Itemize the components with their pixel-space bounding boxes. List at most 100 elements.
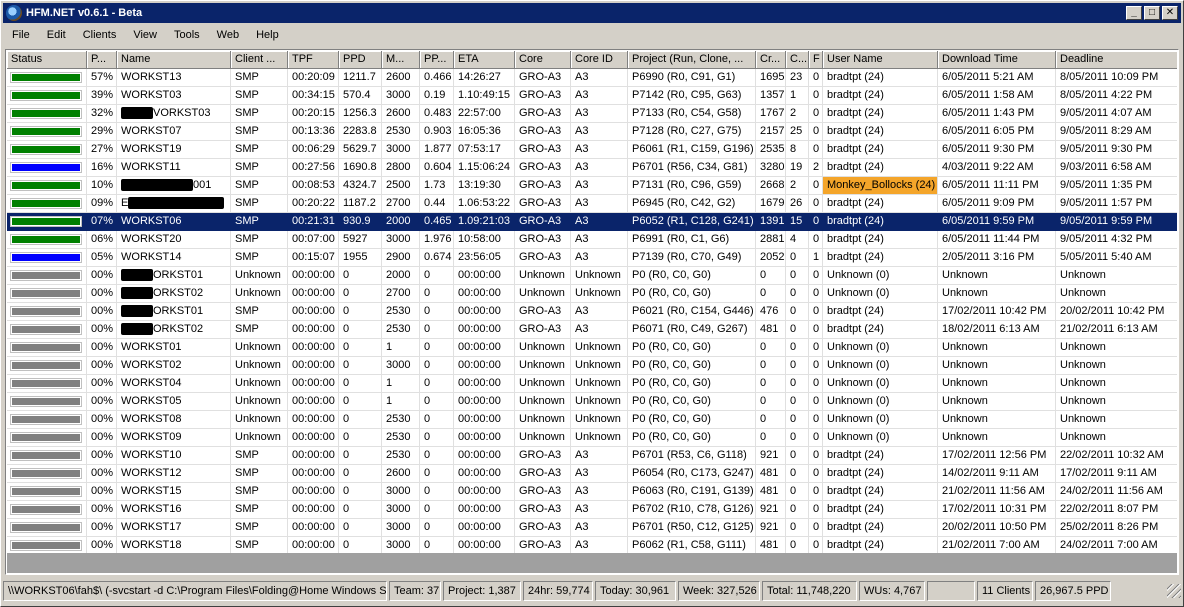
- column-header-credit[interactable]: Cr...: [756, 51, 786, 69]
- column-header-eta[interactable]: ETA: [454, 51, 515, 69]
- client-name-cell: WORKST09: [117, 429, 231, 447]
- close-button[interactable]: ✕: [1162, 6, 1178, 20]
- minimize-button[interactable]: _: [1126, 6, 1142, 20]
- core-id-cell: A3: [571, 483, 628, 501]
- progress-cell: 32%: [87, 105, 117, 123]
- eta-cell: 16:05:36: [454, 123, 515, 141]
- column-header-tpf[interactable]: TPF: [288, 51, 339, 69]
- table-row[interactable]: 00% WORKST16 SMP 00:00:00 0 3000 0 00:00:00 GRO-…: [7, 501, 1177, 519]
- column-header-download-time[interactable]: Download Time: [938, 51, 1056, 69]
- resize-grip-icon[interactable]: [1167, 584, 1181, 598]
- redaction-mark: [121, 269, 153, 282]
- column-header-failed[interactable]: F: [809, 51, 823, 69]
- user-name-cell: Unknown (0): [823, 375, 938, 393]
- column-header-completed[interactable]: C...: [786, 51, 809, 69]
- column-header-project[interactable]: Project (Run, Clone, ...: [628, 51, 756, 69]
- clients-grid[interactable]: Status P... Name Client ... TPF PPD M... PP... E…: [5, 49, 1179, 575]
- download-time-cell: 6/05/2011 9:59 PM: [938, 213, 1056, 231]
- table-row[interactable]: 00% WORKST12 SMP 00:00:00 0 2600 0 00:00:00 GRO-…: [7, 465, 1177, 483]
- table-row[interactable]: 29% WORKST07 SMP 00:13:36 2283.8 2530 0.903 16:…: [7, 123, 1177, 141]
- menu-tools[interactable]: Tools: [165, 29, 208, 41]
- memory-cell: 3000: [382, 501, 420, 519]
- table-row[interactable]: 57% WORKST13 SMP 00:20:09 1211.7 2600 0.466 14:…: [7, 69, 1177, 87]
- table-row[interactable]: 05% WORKST14 SMP 00:15:07 1955 2900 0.674 23:56…: [7, 249, 1177, 267]
- table-row[interactable]: 00% WORKST10 SMP 00:00:00 0 2530 0 00:00:00 GRO-…: [7, 447, 1177, 465]
- status-blank: [927, 581, 975, 601]
- status-cell: [7, 339, 87, 357]
- core-id-cell: A3: [571, 105, 628, 123]
- column-header-core[interactable]: Core: [515, 51, 571, 69]
- column-header-progress[interactable]: P...: [87, 51, 117, 69]
- menu-bar: File Edit Clients View Tools Web Help: [3, 25, 1181, 45]
- column-header-user-name[interactable]: User Name: [823, 51, 938, 69]
- column-header-memory[interactable]: M...: [382, 51, 420, 69]
- table-row[interactable]: 09% E SMP 00:20:22 1187.2 2700 0.44 1.06:53:22 G…: [7, 195, 1177, 213]
- tpf-cell: 00:13:36: [288, 123, 339, 141]
- table-row[interactable]: 00% WORKST17 SMP 00:00:00 0 3000 0 00:00:00 GRO-…: [7, 519, 1177, 537]
- table-row[interactable]: 32% VORKST03 SMP 00:20:15 1256.3 2600 0.483 22:…: [7, 105, 1177, 123]
- client-cell: SMP: [231, 501, 288, 519]
- menu-file[interactable]: File: [3, 29, 38, 41]
- menu-help[interactable]: Help: [247, 29, 287, 41]
- table-row[interactable]: 00% WORKST05 Unknown 00:00:00 0 1 0 00:00:00 Unk…: [7, 393, 1177, 411]
- column-header-status[interactable]: Status: [7, 51, 87, 69]
- status-cell: [7, 483, 87, 501]
- table-row[interactable]: 00% ORKST02 Unknown 00:00:00 0 2700 0 00:00:00 U…: [7, 285, 1177, 303]
- deadline-cell: Unknown: [1056, 411, 1177, 429]
- progress-cell: 16%: [87, 159, 117, 177]
- menu-web[interactable]: Web: [208, 29, 247, 41]
- client-name-cell: WORKST12: [117, 465, 231, 483]
- menu-edit[interactable]: Edit: [38, 29, 74, 41]
- client-cell: Unknown: [231, 339, 288, 357]
- client-name: WORKST15: [121, 485, 182, 497]
- points-cell: 1.976: [420, 231, 454, 249]
- maximize-button[interactable]: □: [1144, 6, 1160, 20]
- table-row[interactable]: 00% WORKST08 Unknown 00:00:00 0 2530 0 00:00:00…: [7, 411, 1177, 429]
- table-row[interactable]: 00% WORKST02 Unknown 00:00:00 0 3000 0 00:00:00…: [7, 357, 1177, 375]
- memory-cell: 2600: [382, 69, 420, 87]
- tpf-cell: 00:00:00: [288, 375, 339, 393]
- core-id-cell: A3: [571, 231, 628, 249]
- table-row[interactable]: 00% WORKST01 Unknown 00:00:00 0 1 0 00:00:00 Unk…: [7, 339, 1177, 357]
- points-cell: 0.483: [420, 105, 454, 123]
- points-cell: 0: [420, 465, 454, 483]
- table-row[interactable]: 00% WORKST15 SMP 00:00:00 0 3000 0 00:00:00 GRO-…: [7, 483, 1177, 501]
- column-header-core-id[interactable]: Core ID: [571, 51, 628, 69]
- title-bar[interactable]: HFM.NET v0.6.1 - Beta _ □ ✕: [3, 3, 1181, 23]
- column-header-name[interactable]: Name: [117, 51, 231, 69]
- table-row[interactable]: 00% ORKST01 SMP 00:00:00 0 2530 0 00:00:00 GRO-A…: [7, 303, 1177, 321]
- completed-cell: 0: [786, 357, 809, 375]
- table-row[interactable]: 00% ORKST01 Unknown 00:00:00 0 2000 0 00:00:00 U…: [7, 267, 1177, 285]
- download-time-cell: 17/02/2011 10:31 PM: [938, 501, 1056, 519]
- table-row[interactable]: 00% ORKST02 SMP 00:00:00 0 2530 0 00:00:00 GRO-A…: [7, 321, 1177, 339]
- column-header-ppd[interactable]: PPD: [339, 51, 382, 69]
- table-row[interactable]: 00% WORKST09 Unknown 00:00:00 0 2530 0 00:00:00…: [7, 429, 1177, 447]
- column-header-deadline[interactable]: Deadline: [1056, 51, 1177, 69]
- menu-clients[interactable]: Clients: [74, 29, 125, 41]
- menu-view[interactable]: View: [124, 29, 165, 41]
- status-project: Project: 1,387: [443, 581, 521, 601]
- status-indicator: [11, 73, 81, 82]
- core-id-cell: Unknown: [571, 429, 628, 447]
- download-time-cell: 17/02/2011 12:56 PM: [938, 447, 1056, 465]
- memory-cell: 3000: [382, 87, 420, 105]
- status-cell: [7, 375, 87, 393]
- core-id-cell: A3: [571, 465, 628, 483]
- table-row[interactable]: 10% 001 SMP 00:08:53 4324.7 2500 1.73 13:19:30 G…: [7, 177, 1177, 195]
- table-row[interactable]: 00% WORKST04 Unknown 00:00:00 0 1 0 00:00:00 Unk…: [7, 375, 1177, 393]
- points-cell: 0: [420, 411, 454, 429]
- deadline-cell: 20/02/2011 10:42 PM: [1056, 303, 1177, 321]
- deadline-cell: 9/05/2011 9:59 PM: [1056, 213, 1177, 231]
- column-header-points[interactable]: PP...: [420, 51, 454, 69]
- client-name: 001: [193, 179, 212, 191]
- table-row[interactable]: 27% WORKST19 SMP 00:06:29 5629.7 3000 1.877 07:…: [7, 141, 1177, 159]
- ppd-cell: 0: [339, 267, 382, 285]
- project-cell: P6945 (R0, C42, G2): [628, 195, 756, 213]
- table-row[interactable]: 06% WORKST20 SMP 00:07:00 5927 3000 1.976 10:58…: [7, 231, 1177, 249]
- table-row[interactable]: 39% WORKST03 SMP 00:34:15 570.4 3000 0.19 1.10:…: [7, 87, 1177, 105]
- completed-cell: 0: [786, 303, 809, 321]
- table-row[interactable]: 07% WORKST06 SMP 00:21:31 930.9 2000 0.465 1.09…: [7, 213, 1177, 231]
- column-header-client[interactable]: Client ...: [231, 51, 288, 69]
- table-row[interactable]: 16% WORKST11 SMP 00:27:56 1690.8 2800 0.604 1.1…: [7, 159, 1177, 177]
- tpf-cell: 00:34:15: [288, 87, 339, 105]
